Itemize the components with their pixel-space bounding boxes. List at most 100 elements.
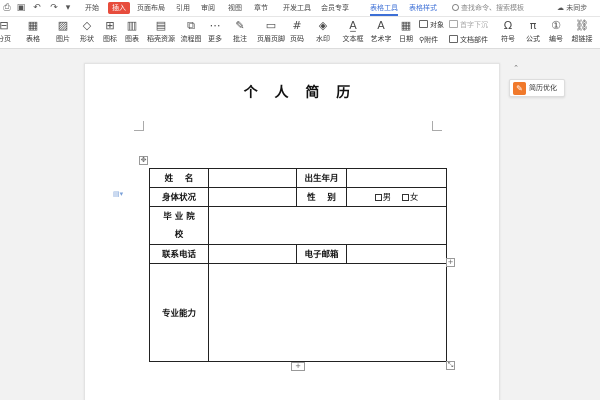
tab-home[interactable]: 开始 [85,0,99,16]
page-break-button[interactable]: ⊟ 分页 [0,19,19,47]
pi-icon: π [529,19,537,32]
doc-parts-button[interactable]: 文档部件 [449,35,488,45]
email-cell[interactable] [346,244,447,264]
tab-member[interactable]: 会员专享 [321,0,349,16]
sync-status[interactable]: ☁ 未同步 [557,2,587,14]
print-icon[interactable]: ⎙ [1,2,13,14]
comment-button[interactable]: ✎ 批注 [225,19,255,47]
drop-cap-button[interactable]: 首字下沉 [449,20,488,30]
page-break-icon: ⊟ [0,19,9,32]
school-label: 毕 业 院 校 [149,206,209,245]
tab-table-style[interactable]: 表格样式 [409,0,437,16]
insert-table-label: 表格 [26,35,40,43]
date-label: 日期 [399,35,413,43]
doc-parts-label: 文档部件 [460,36,488,44]
female-option-label: 女 [409,193,419,203]
skills-label: 专业能力 [149,263,209,362]
gender-cell[interactable]: 男 女 [346,187,447,207]
stock-resource-button[interactable]: ▤ 稻壳资源 [146,19,176,47]
date-button[interactable]: ▦ 日期 [391,19,421,47]
object-button[interactable]: 对象 [419,20,444,30]
female-checkbox[interactable] [401,194,409,201]
insert-chart-button[interactable]: ▥ 图表 [117,19,147,47]
object-label: 对象 [430,21,444,29]
page-break-label: 分页 [0,35,11,43]
omega-icon: Ω [503,19,513,32]
paragraph-menu-icon[interactable]: ▤▾ [113,190,123,198]
tab-insert[interactable]: 插入 [108,2,130,14]
add-column-icon[interactable]: + [446,258,455,267]
tab-table-tools[interactable]: 表格工具 [370,0,398,16]
doc-parts-icon [449,35,458,43]
table-move-handle-icon[interactable]: ✥ [139,156,148,165]
school-cell[interactable] [208,206,447,245]
table-row: 姓 名 出生年月 [149,168,447,188]
art-text-icon: A [377,19,385,32]
margin-corner-top-right [432,121,442,131]
school-label-line1: 毕 业 院 [163,211,195,222]
customize-dropdown-icon[interactable]: ▾ [62,2,74,14]
name-cell[interactable] [208,168,297,188]
undo-icon[interactable]: ↶ [31,2,43,14]
icon-library-icon: ⊞ [105,19,115,32]
sync-label: 未同步 [566,4,588,12]
tab-review[interactable]: 审阅 [201,0,215,16]
phone-cell[interactable] [208,244,297,264]
header-footer-icon: ▭ [265,19,277,32]
name-label: 姓 名 [149,168,209,188]
object-icon [419,20,428,28]
more-icon: ⋯ [209,19,221,32]
comment-icon: ✎ [235,19,245,32]
male-option-label: 男 [382,193,392,203]
resource-icon: ▤ [155,19,167,32]
hyperlink-label: 超链接 [571,35,593,43]
search-icon [452,4,459,11]
redo-icon[interactable]: ↷ [48,2,60,14]
chart-icon: ▥ [126,19,138,32]
add-row-icon[interactable]: + [291,362,305,371]
numbering-icon: ① [551,19,561,32]
insert-table-button[interactable]: ▦ 表格 [18,19,48,47]
textbox-label: 文本框 [342,35,364,43]
birth-cell[interactable] [346,168,447,188]
watermark-button[interactable]: ◈ 水印 [308,19,338,47]
margin-corner-top-left [134,121,144,131]
tab-page-layout[interactable]: 页面布局 [137,0,165,16]
cloud-icon: ☁ [557,4,564,12]
table-row: 联系电话 电子邮箱 [149,244,447,264]
picture-icon: ▨ [57,19,69,32]
collapse-panel-icon[interactable]: ⌃ [511,63,521,73]
email-label: 电子邮箱 [296,244,347,264]
resume-optimize-button[interactable]: ✎ 简历优化 [509,79,565,97]
comment-label: 批注 [233,35,247,43]
insert-ribbon: ⊟ 分页 ▦ 表格 ▨ 图片 ◇ 形状 ⊞ 图标 ▥ 图表 ▤ 稻壳资源 ⧉ 流… [0,17,600,49]
stock-resource-label: 稻壳资源 [147,35,175,43]
watermark-label: 水印 [316,35,330,43]
resume-optimize-icon: ✎ [513,82,526,95]
hyperlink-button[interactable]: ⛓ 超链接 [567,19,597,47]
tab-view[interactable]: 视图 [228,0,242,16]
page-number-icon: # [292,19,302,32]
tab-chapter[interactable]: 章节 [254,0,268,16]
command-search[interactable]: 查找命令、搜索模板 [452,2,524,14]
table-icon: ▦ [27,19,39,32]
skills-cell[interactable] [208,263,447,362]
phone-label: 联系电话 [149,244,209,264]
flowchart-icon: ⧉ [187,19,195,32]
watermark-icon: ◈ [318,19,328,32]
attachment-button[interactable]: ⚲附件 [419,35,438,45]
search-placeholder: 查找命令、搜索模板 [461,4,524,12]
drop-cap-icon [449,20,458,28]
print-preview-icon[interactable]: ▣ [15,2,27,14]
link-icon: ⛓ [575,19,589,32]
birth-label: 出生年月 [296,168,347,188]
health-cell[interactable] [208,187,297,207]
tab-references[interactable]: 引用 [176,0,190,16]
male-checkbox[interactable] [374,194,382,201]
table-resize-icon[interactable]: ⤡ [446,361,455,370]
tab-developer[interactable]: 开发工具 [283,0,311,16]
table-row: 身体状况 性 别 男 女 [149,187,447,207]
textbox-button[interactable]: A̲ 文本框 [338,19,368,47]
resume-table: 姓 名 出生年月 身体状况 性 别 男 女 毕 业 院 校 联系电话 电子邮箱 … [149,168,447,362]
ribbon-tab-bar: ⎙ ▣ ↶ ↷ ▾ 开始 插入 页面布局 引用 审阅 视图 章节 开发工具 会员… [0,0,600,17]
